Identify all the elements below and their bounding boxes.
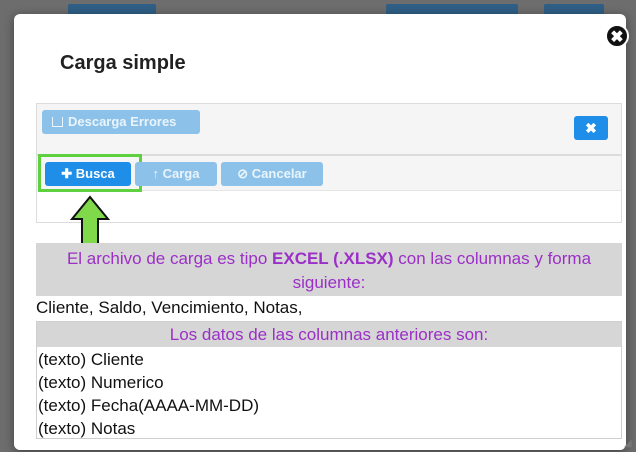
info-prefix: El archivo de carga es tipo [66, 249, 273, 268]
resize-handle[interactable]: ◢ [624, 438, 632, 449]
busca-label: Busca [75, 166, 115, 181]
file-type: EXCEL (.XLSX) [272, 249, 394, 268]
download-icon [52, 117, 63, 127]
file-type-info: El archivo de carga es tipo EXCEL (.XLSX… [36, 243, 622, 296]
close-icon[interactable]: ✖ [605, 24, 629, 48]
type-row: (texto) Fecha(AAAA-MM-DD) [38, 396, 260, 415]
cancelar-button[interactable]: ⊘ Cancelar [221, 162, 323, 186]
carga-label: Carga [162, 166, 200, 181]
dismiss-errors-button[interactable]: ✖ [574, 116, 608, 140]
cancelar-label: Cancelar [251, 166, 307, 181]
download-errors-label: Descarga Errores [68, 114, 177, 129]
columns-line: Cliente, Saldo, Vencimiento, Notas, [36, 298, 303, 317]
type-row: (texto) Notas [38, 419, 136, 438]
upload-icon: ↑ [152, 166, 160, 181]
download-errors-button[interactable]: Descarga Errores [42, 110, 200, 134]
plus-icon: ✚ [61, 166, 73, 181]
busca-button[interactable]: ✚ Busca [45, 162, 131, 186]
types-header: Los datos de las columnas anteriores son… [37, 322, 621, 347]
cancel-icon: ⊘ [237, 166, 249, 181]
modal-title: Carga simple [60, 52, 186, 74]
carga-button[interactable]: ↑ Carga [135, 162, 217, 186]
type-row: (texto) Numerico [38, 373, 164, 392]
type-row: (texto) Cliente [38, 350, 144, 369]
